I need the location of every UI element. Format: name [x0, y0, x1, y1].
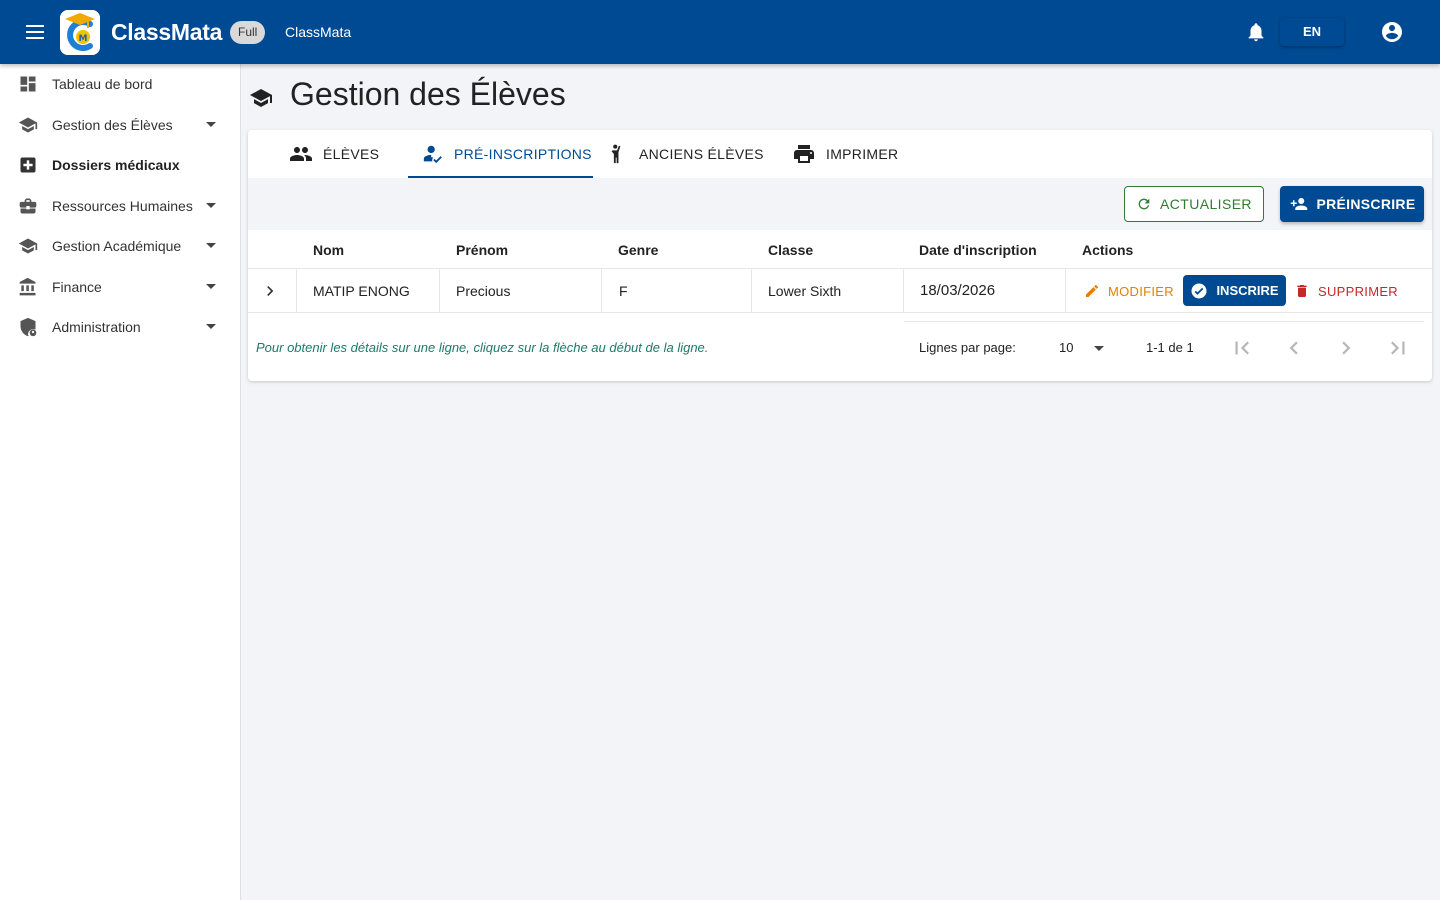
sidebar-item-label: Ressources Humaines: [52, 198, 193, 214]
sidebar-item-label: Tableau de bord: [52, 76, 153, 92]
admin-shield-icon: [20, 317, 37, 337]
rows-per-page-value: 10: [1059, 340, 1074, 355]
students-card: ÉLÈVES PRÉ-INSCRIPTIONS ANCIENS ÉLÈVES I…: [248, 130, 1432, 381]
tab-label: ANCIENS ÉLÈVES: [639, 146, 764, 162]
dashboard-icon: [20, 76, 36, 92]
tab-print[interactable]: IMPRIMER: [792, 130, 898, 178]
caret-down-icon: [206, 243, 216, 248]
preregister-button-label: PRÉINSCRIRE: [1316, 196, 1416, 212]
briefcase-icon: [19, 198, 37, 214]
page-title: Gestion des Élèves: [290, 76, 566, 112]
cell-nom: MATIP ENONG: [313, 283, 410, 299]
sidebar-item-finance[interactable]: Finance: [0, 267, 240, 307]
sidebar-item-academic[interactable]: Gestion Académique: [0, 226, 240, 266]
delete-button[interactable]: SUPPRIMER: [1294, 275, 1398, 307]
sidebar-item-human-resources[interactable]: Ressources Humaines: [0, 186, 240, 226]
sidebar-item-students[interactable]: Gestion des Élèves: [0, 105, 240, 145]
organization-name: ClassMata: [285, 24, 352, 40]
divider: [904, 321, 1424, 322]
last-page-icon[interactable]: [1385, 335, 1411, 361]
sidebar-item-label: Gestion des Élèves: [52, 117, 173, 133]
sidebar-item-label: Dossiers médicaux: [52, 157, 180, 173]
top-app-bar: M ClassMata Full ClassMata EN: [0, 0, 1440, 64]
table-header: Nom Prénom Genre Classe Date d'inscripti…: [248, 230, 1432, 269]
edit-button[interactable]: MODIFIER: [1084, 275, 1174, 307]
delete-button-label: SUPPRIMER: [1318, 283, 1398, 299]
person-check-icon: [423, 145, 442, 164]
caret-down-icon: [1094, 346, 1104, 351]
cell-genre: F: [619, 283, 628, 299]
person-add-icon: [1290, 198, 1307, 210]
sidebar-item-administration[interactable]: Administration: [0, 307, 240, 347]
column-header-classe[interactable]: Classe: [768, 242, 813, 258]
cell-date: 18/03/2026: [920, 282, 996, 299]
sidebar-item-label: Gestion Académique: [52, 238, 182, 254]
column-header-nom[interactable]: Nom: [313, 242, 344, 258]
sidebar-item-medical-records[interactable]: Dossiers médicaux: [0, 145, 240, 185]
enroll-button-label: INSCRIRE: [1216, 283, 1279, 298]
column-header-actions: Actions: [1082, 242, 1134, 258]
caret-down-icon: [206, 122, 216, 127]
pagination-range: 1-1 de 1: [1146, 340, 1194, 355]
school-icon: [18, 117, 38, 133]
trash-icon: [1297, 285, 1307, 297]
preregister-button[interactable]: PRÉINSCRIRE: [1280, 186, 1424, 222]
row-details-hint: Pour obtenir les détails sur une ligne, …: [256, 340, 709, 355]
chevron-right-icon[interactable]: [260, 281, 280, 301]
bank-icon: [19, 277, 36, 296]
school-icon: [18, 238, 38, 254]
cell-prenom: Precious: [456, 283, 511, 299]
tab-pre-registrations[interactable]: PRÉ-INSCRIPTIONS: [422, 130, 592, 178]
previous-page-icon[interactable]: [1281, 335, 1307, 361]
tab-bar: ÉLÈVES PRÉ-INSCRIPTIONS ANCIENS ÉLÈVES I…: [248, 130, 1432, 178]
svg-text:M: M: [79, 34, 88, 44]
medical-icon: [20, 157, 36, 173]
sidebar-item-label: Administration: [52, 319, 141, 335]
school-icon: [250, 89, 272, 107]
language-switch-button[interactable]: EN: [1280, 18, 1344, 46]
refresh-button[interactable]: ACTUALISER: [1124, 186, 1264, 222]
brand-name: ClassMata: [111, 19, 223, 45]
caret-down-icon: [206, 203, 216, 208]
menu-icon[interactable]: [22, 20, 50, 44]
cell-classe: Lower Sixth: [768, 283, 842, 299]
printer-icon: [794, 145, 814, 163]
column-header-genre[interactable]: Genre: [618, 242, 658, 258]
refresh-button-label: ACTUALISER: [1160, 196, 1252, 212]
tab-students[interactable]: ÉLÈVES: [289, 130, 379, 178]
sidebar-item-label: Finance: [52, 279, 102, 295]
enroll-button[interactable]: INSCRIRE: [1183, 275, 1286, 306]
tab-label: IMPRIMER: [826, 146, 899, 162]
refresh-icon: [1138, 198, 1150, 210]
classmata-logo[interactable]: M: [60, 10, 100, 55]
plan-badge: Full: [230, 21, 266, 44]
table-row: MATIP ENONG Precious F Lower Sixth 18/03…: [248, 269, 1432, 313]
rows-per-page-select[interactable]: 10: [1056, 335, 1108, 361]
edit-button-label: MODIFIER: [1108, 283, 1174, 299]
notifications-bell-icon[interactable]: [1245, 20, 1267, 44]
caret-down-icon: [206, 284, 216, 289]
caret-down-icon: [206, 324, 216, 329]
people-icon: [290, 147, 312, 161]
tab-alumni[interactable]: ANCIENS ÉLÈVES: [607, 130, 764, 178]
pencil-icon: [1086, 284, 1099, 297]
account-circle-icon[interactable]: [1380, 20, 1404, 44]
sidebar: Tableau de bord Gestion des Élèves Dossi…: [0, 64, 241, 900]
column-header-prenom[interactable]: Prénom: [456, 242, 508, 258]
alumni-icon: [611, 144, 621, 164]
first-page-icon[interactable]: [1229, 335, 1255, 361]
check-circle-icon: [1191, 283, 1207, 298]
rows-per-page-label: Lignes par page:: [919, 340, 1016, 355]
next-page-icon[interactable]: [1333, 335, 1359, 361]
sidebar-item-dashboard[interactable]: Tableau de bord: [0, 64, 240, 104]
tab-label: PRÉ-INSCRIPTIONS: [454, 146, 592, 162]
tab-label: ÉLÈVES: [323, 146, 380, 162]
column-header-date[interactable]: Date d'inscription: [919, 242, 1037, 258]
table-toolbar: ACTUALISER PRÉINSCRIRE: [248, 178, 1432, 230]
